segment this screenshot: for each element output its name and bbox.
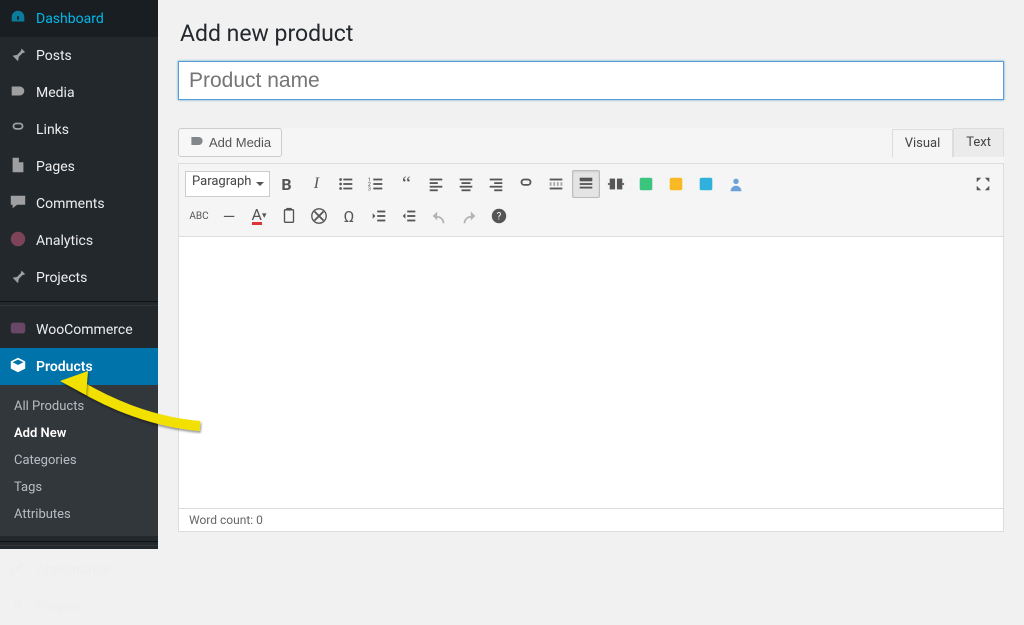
- svg-text:?: ?: [497, 212, 502, 223]
- add-media-label: Add Media: [209, 135, 271, 150]
- pin-icon: [8, 45, 28, 66]
- toolbar-toggle-button[interactable]: [572, 170, 600, 198]
- submenu-item-categories[interactable]: Categories: [0, 447, 158, 474]
- analytics-icon: [8, 230, 28, 251]
- sidebar-item-woocommerce[interactable]: WooCommerce: [0, 311, 158, 348]
- editor-toolbar: Paragraph B I 123 “: [178, 163, 1004, 237]
- woo-icon: [8, 319, 28, 340]
- sidebar-label: WooCommerce: [36, 322, 133, 338]
- sidebar-label: Media: [36, 85, 75, 101]
- gallery-green-button[interactable]: [632, 170, 660, 198]
- submenu-item-tags[interactable]: Tags: [0, 474, 158, 501]
- tab-text[interactable]: Text: [953, 128, 1004, 157]
- main-content: Add new product Add Media Visual Text Pa…: [158, 0, 1024, 549]
- hr-button[interactable]: —: [215, 202, 243, 230]
- product-name-input[interactable]: [178, 61, 1004, 100]
- plug-icon: [8, 596, 28, 617]
- sidebar-label: Comments: [36, 196, 105, 212]
- blockquote-button[interactable]: “: [392, 170, 420, 198]
- link-button[interactable]: [512, 170, 540, 198]
- sidebar-separator: [0, 541, 158, 546]
- align-right-button[interactable]: [482, 170, 510, 198]
- dashboard-icon: [8, 8, 28, 29]
- user-button[interactable]: [722, 170, 750, 198]
- submenu-item-attributes[interactable]: Attributes: [0, 501, 158, 528]
- media-icon: [8, 82, 28, 103]
- sidebar-label: Appearance: [36, 562, 110, 578]
- outdent-button[interactable]: [365, 202, 393, 230]
- link-icon: [8, 119, 28, 140]
- sidebar-item-media[interactable]: Media: [0, 74, 158, 111]
- italic-button[interactable]: I: [302, 170, 330, 198]
- sidebar-item-analytics[interactable]: Analytics: [0, 222, 158, 259]
- sidebar-label: Pages: [36, 159, 75, 175]
- sidebar-item-plugins[interactable]: Plugins: [0, 588, 158, 625]
- sidebar-item-links[interactable]: Links: [0, 111, 158, 148]
- readmore-button[interactable]: [542, 170, 570, 198]
- sidebar-label: Plugins: [36, 599, 82, 615]
- sidebar: Dashboard Posts Media Links Pages Commen…: [0, 0, 158, 549]
- brush-icon: [8, 559, 28, 580]
- sidebar-label: Projects: [36, 270, 87, 286]
- help-button[interactable]: ?: [485, 202, 513, 230]
- ol-button[interactable]: 123: [362, 170, 390, 198]
- undo-button[interactable]: [425, 202, 453, 230]
- sidebar-item-dashboard[interactable]: Dashboard: [0, 0, 158, 37]
- special-char-button[interactable]: Ω: [335, 202, 363, 230]
- strike-button[interactable]: ABC: [185, 202, 213, 230]
- format-select[interactable]: Paragraph: [185, 171, 270, 197]
- sidebar-item-pages[interactable]: Pages: [0, 148, 158, 185]
- box-icon: [8, 356, 28, 377]
- sidebar-separator: [0, 301, 158, 306]
- page-icon: [8, 156, 28, 177]
- media-icon: [189, 133, 205, 152]
- editor-card: Add Media Visual Text Paragraph B I 123 …: [178, 128, 1004, 532]
- editor-textarea[interactable]: [178, 237, 1004, 509]
- fullscreen-button[interactable]: [969, 170, 997, 198]
- add-media-button[interactable]: Add Media: [178, 128, 282, 157]
- submenu-item-all-products[interactable]: All Products: [0, 393, 158, 420]
- sidebar-item-appearance[interactable]: Appearance: [0, 551, 158, 588]
- editor-tabs: Visual Text: [892, 128, 1004, 157]
- sidebar-label: Dashboard: [36, 11, 104, 27]
- indent-button[interactable]: [395, 202, 423, 230]
- columns-button[interactable]: [602, 170, 630, 198]
- clear-format-button[interactable]: [305, 202, 333, 230]
- page-title: Add new product: [180, 20, 1004, 47]
- sidebar-submenu: All Products Add New Categories Tags Att…: [0, 385, 158, 536]
- bold-button[interactable]: B: [272, 170, 300, 198]
- gallery-blue-button[interactable]: [692, 170, 720, 198]
- sidebar-label: Links: [36, 122, 69, 138]
- sidebar-label: Analytics: [36, 233, 93, 249]
- pin-icon: [8, 267, 28, 288]
- svg-text:3: 3: [368, 186, 371, 192]
- sidebar-item-projects[interactable]: Projects: [0, 259, 158, 296]
- sidebar-label: Products: [36, 359, 93, 375]
- redo-button[interactable]: [455, 202, 483, 230]
- align-left-button[interactable]: [422, 170, 450, 198]
- tab-visual[interactable]: Visual: [892, 129, 954, 158]
- word-count: Word count: 0: [178, 509, 1004, 532]
- sidebar-item-products[interactable]: Products: [0, 348, 158, 385]
- sidebar-item-comments[interactable]: Comments: [0, 185, 158, 222]
- paste-text-button[interactable]: [275, 202, 303, 230]
- align-center-button[interactable]: [452, 170, 480, 198]
- comment-icon: [8, 193, 28, 214]
- textcolor-button[interactable]: A▾: [245, 202, 273, 230]
- sidebar-item-posts[interactable]: Posts: [0, 37, 158, 74]
- sidebar-label: Posts: [36, 48, 72, 64]
- gallery-orange-button[interactable]: [662, 170, 690, 198]
- ul-button[interactable]: [332, 170, 360, 198]
- submenu-item-add-new[interactable]: Add New: [0, 420, 158, 447]
